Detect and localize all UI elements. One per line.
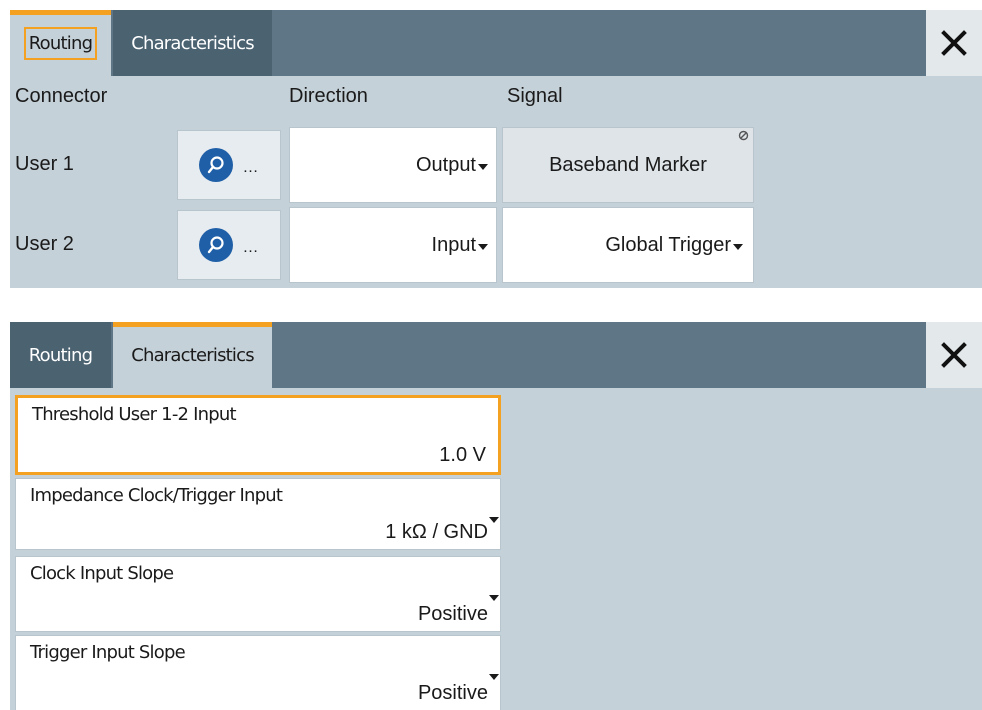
user2-signal-value: Global Trigger [605,233,731,256]
user2-direction-value: Input [431,233,476,256]
user2-signal-select[interactable]: Global Trigger [502,207,754,283]
tab-routing[interactable]: Routing [10,10,111,76]
tab-bar: Routing Characteristics [10,10,982,76]
trigger-slope-label: Trigger Input Slope [30,642,186,663]
user1-direction-select[interactable]: Output [289,127,497,203]
header-connector: Connector [15,85,108,107]
header-direction: Direction [289,85,368,107]
tab-characteristics-label: Characteristics [131,345,254,366]
tab-routing[interactable]: Routing [10,322,111,388]
tab-bar: Routing Characteristics [10,322,982,388]
trigger-slope-value: Positive [417,682,488,704]
close-button[interactable] [926,10,982,76]
dropdown-caret-icon [478,244,488,250]
not-editable-icon [738,130,749,141]
impedance-select[interactable]: Impedance Clock/Trigger Input 1 kΩ / GND [15,478,501,550]
connector-user2-label: User 2 [15,233,74,255]
routing-panel: Routing Characteristics Connector Direct… [10,10,982,288]
threshold-label: Threshold User 1-2 Input [32,404,237,425]
tab-characteristics[interactable]: Characteristics [113,322,272,388]
close-icon [941,342,967,368]
header-signal: Signal [507,85,563,107]
tab-characteristics[interactable]: Characteristics [113,10,272,76]
user1-signal-value: Baseband Marker [549,153,707,176]
trigger-slope-select[interactable]: Trigger Input Slope Positive [15,635,501,710]
clock-slope-label: Clock Input Slope [30,563,174,584]
characteristics-panel: Routing Characteristics Threshold User 1… [10,322,982,710]
dropdown-caret-icon [489,595,499,601]
tab-routing-label: Routing [23,27,98,60]
user1-direction-value: Output [415,153,476,176]
user1-signal-display: Baseband Marker [502,127,754,203]
clock-slope-value: Positive [417,603,488,625]
search-icon [198,228,233,262]
dropdown-caret-icon [478,164,488,170]
dropdown-caret-icon [489,674,499,680]
clock-slope-select[interactable]: Clock Input Slope Positive [15,556,501,632]
dropdown-caret-icon [733,244,743,250]
connector-user1-label: User 1 [15,153,74,175]
more-dots: … [242,159,260,176]
dropdown-caret-icon [489,517,499,523]
tab-routing-label: Routing [28,344,93,366]
tab-characteristics-label: Characteristics [131,32,254,54]
user2-find-button[interactable]: … [177,210,281,280]
user2-direction-select[interactable]: Input [289,207,497,283]
impedance-value: 1 kΩ / GND [385,521,488,543]
user1-find-button[interactable]: … [177,130,281,200]
search-icon [198,148,233,182]
impedance-label: Impedance Clock/Trigger Input [30,485,283,506]
more-dots: … [242,239,260,256]
close-button[interactable] [926,322,982,388]
threshold-value: 1.0 V [439,444,486,466]
threshold-field[interactable]: Threshold User 1-2 Input 1.0 V [15,395,501,475]
close-icon [941,30,967,56]
